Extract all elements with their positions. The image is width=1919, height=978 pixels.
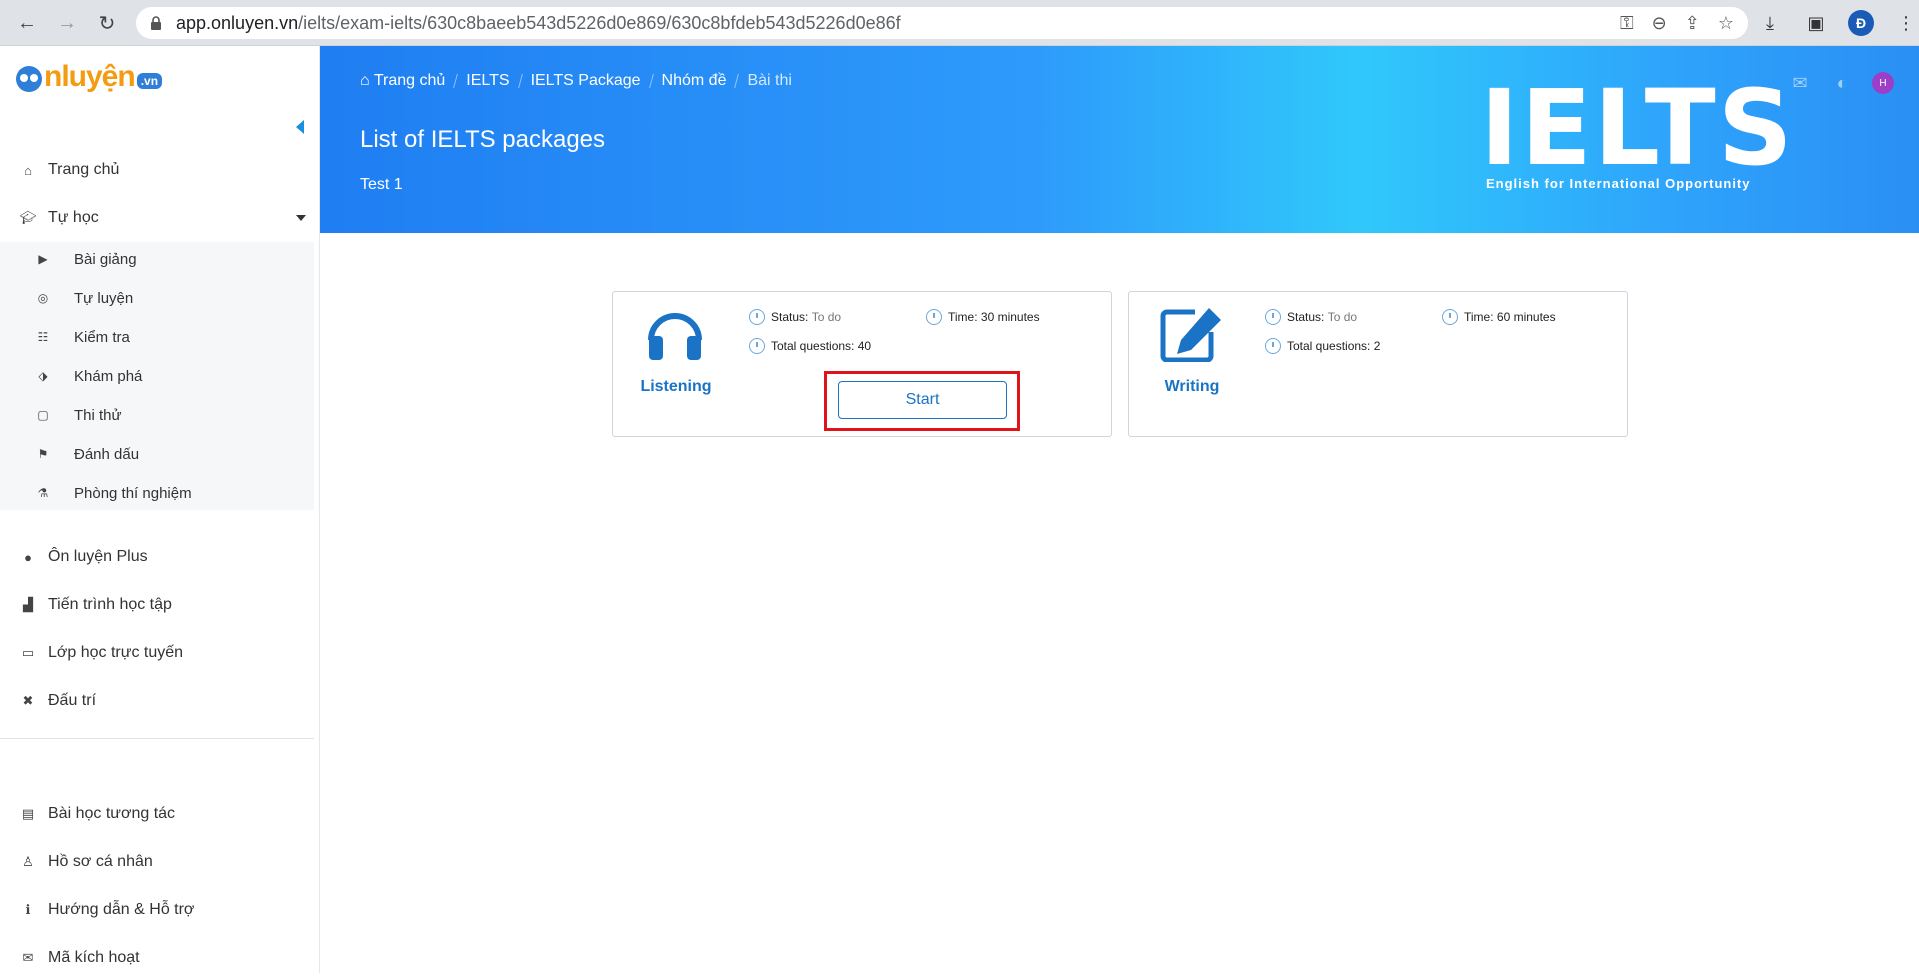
status-info: Status: To do	[1265, 309, 1357, 325]
help-icon: ℹ	[25, 902, 31, 917]
video-icon: ▶	[38, 252, 48, 266]
sidebar-item-trang-chu[interactable]: ⌂ Trang chủ	[0, 150, 314, 190]
sidebar-item-tu-luyen[interactable]: ◎ Tự luyện	[0, 281, 314, 315]
user-icon: ♙	[22, 854, 34, 869]
page-header-banner: ⌂ Trang chủ IELTS IELTS Package Nhóm đề …	[320, 46, 1919, 233]
reload-icon[interactable]: ↻	[94, 10, 120, 36]
mail-icon[interactable]: ✉	[1788, 73, 1812, 93]
sidebar-item-ma-kich-hoat[interactable]: ✉ Mã kích hoạt	[0, 938, 314, 978]
kebab-menu-icon[interactable]: ⋮	[1892, 9, 1919, 37]
key-icon[interactable]: ⚿	[1620, 13, 1634, 34]
breadcrumb-ielts[interactable]: IELTS	[466, 72, 509, 90]
graduation-cap-icon: 🎓︎	[19, 210, 37, 225]
onluyen-logo[interactable]: nluyện .vn	[16, 62, 163, 92]
sidebar-item-bai-hoc-tuong-tac[interactable]: ▤ Bài học tương tác	[0, 794, 314, 834]
monitor-icon: ▭	[21, 645, 35, 660]
back-icon[interactable]: ←	[14, 10, 40, 36]
status-icon	[749, 309, 765, 325]
bookmark-icon: ⚑	[37, 447, 49, 461]
questions-icon	[1265, 338, 1281, 354]
sidebar-item-huong-dan[interactable]: ℹ Hướng dẫn & Hỗ trợ	[0, 890, 314, 930]
plus-badge-icon: ●	[24, 549, 32, 565]
sidebar-item-thi-thu[interactable]: ▢ Thi thử	[0, 398, 314, 432]
explore-icon: ⬗	[38, 369, 48, 383]
clock-icon	[926, 309, 942, 325]
ielts-brand-logo: IELTS English for International Opportun…	[1480, 67, 1795, 191]
start-button[interactable]: Start	[838, 381, 1007, 419]
sidebar-item-phong-thi-nghiem[interactable]: ⚗ Phòng thí nghiệm	[0, 476, 314, 510]
edit-icon	[1160, 308, 1221, 362]
time-info: Time: 60 minutes	[1442, 309, 1556, 325]
skill-name: Listening	[640, 378, 712, 395]
sidebar-divider	[0, 738, 314, 739]
lock-icon	[151, 16, 161, 30]
status-info: Status: To do	[749, 309, 841, 325]
sidebar-item-dau-tri[interactable]: ✖ Đấu trí	[0, 681, 314, 721]
breadcrumb-home[interactable]: ⌂ Trang chủ	[360, 72, 445, 90]
sidebar-item-danh-dau[interactable]: ⚑ Đánh dấu	[0, 437, 314, 471]
collapse-sidebar-icon[interactable]	[296, 120, 304, 134]
forward-icon[interactable]: →	[54, 10, 80, 36]
bar-chart-icon: ▟	[23, 597, 33, 612]
zoom-out-icon[interactable]: ⊖	[1652, 13, 1667, 34]
writing-card: Writing Status: To do Time: 60 minutes T…	[1128, 291, 1628, 437]
sidebar-item-tien-trinh[interactable]: ▟ Tiến trình học tập	[0, 585, 314, 625]
page-title: List of IELTS packages	[360, 126, 606, 153]
headphones-icon	[648, 313, 702, 360]
sidebar-item-on-luyen-plus[interactable]: ● Ôn luyện Plus	[0, 537, 314, 577]
questions-icon	[749, 338, 765, 354]
questions-info: Total questions: 2	[1265, 338, 1380, 354]
lab-icon: ⚗	[37, 486, 49, 500]
target-icon: ◎	[37, 291, 49, 305]
home-icon: ⌂	[360, 72, 374, 89]
clipboard-icon: ▢	[37, 408, 49, 422]
theme-toggle-icon[interactable]: ◐	[1830, 73, 1854, 93]
sidebar-item-lop-hoc[interactable]: ▭ Lớp học trực tuyến	[0, 633, 314, 673]
address-bar[interactable]: app.onluyen.vn/ielts/exam-ielts/630c8bae…	[136, 7, 1748, 39]
skill-name: Writing	[1164, 378, 1220, 395]
owl-logo-icon	[16, 66, 42, 92]
sidebar: nluyện .vn ⌂ Trang chủ 🎓︎ Tự học ▶ Bài g…	[0, 46, 320, 973]
breadcrumb: ⌂ Trang chủ IELTS IELTS Package Nhóm đề …	[360, 72, 792, 90]
download-icon[interactable]: ⤓	[1756, 9, 1784, 37]
interactive-icon: ▤	[21, 806, 35, 821]
envelope-icon: ✉	[22, 950, 34, 965]
questions-info: Total questions: 40	[749, 338, 871, 354]
status-icon	[1265, 309, 1281, 325]
breadcrumb-bai-thi: Bài thi	[747, 72, 792, 89]
share-icon[interactable]: ⇪	[1685, 13, 1700, 34]
sidebar-item-tu-hoc[interactable]: 🎓︎ Tự học	[0, 198, 314, 238]
url-text: app.onluyen.vn/ielts/exam-ielts/630c8bae…	[176, 12, 901, 33]
sidebar-item-ho-so[interactable]: ♙ Hồ sơ cá nhân	[0, 842, 314, 882]
browser-toolbar: ← → ↻ app.onluyen.vn/ielts/exam-ielts/63…	[0, 0, 1919, 46]
checklist-icon: ☷	[37, 330, 49, 344]
home-icon: ⌂	[24, 162, 32, 178]
profile-avatar[interactable]: Đ	[1848, 10, 1874, 36]
page-subtitle: Test 1	[360, 176, 403, 193]
breadcrumb-ielts-package[interactable]: IELTS Package	[531, 72, 641, 90]
side-panel-icon[interactable]: ▣	[1802, 9, 1830, 37]
breadcrumb-nhom-de[interactable]: Nhóm đề	[662, 72, 727, 90]
time-info: Time: 30 minutes	[926, 309, 1040, 325]
star-icon[interactable]: ☆	[1718, 13, 1734, 34]
battle-icon: ✖	[22, 693, 34, 708]
tu-hoc-submenu: ▶ Bài giảng ◎ Tự luyện ☷ Kiểm tra ⬗ Khám…	[0, 242, 314, 510]
user-avatar[interactable]: H	[1872, 72, 1894, 94]
sidebar-item-bai-giang[interactable]: ▶ Bài giảng	[0, 242, 314, 276]
sidebar-item-kiem-tra[interactable]: ☷ Kiểm tra	[0, 320, 314, 354]
chevron-down-icon	[296, 215, 306, 221]
clock-icon	[1442, 309, 1458, 325]
sidebar-item-kham-pha[interactable]: ⬗ Khám phá	[0, 359, 314, 393]
